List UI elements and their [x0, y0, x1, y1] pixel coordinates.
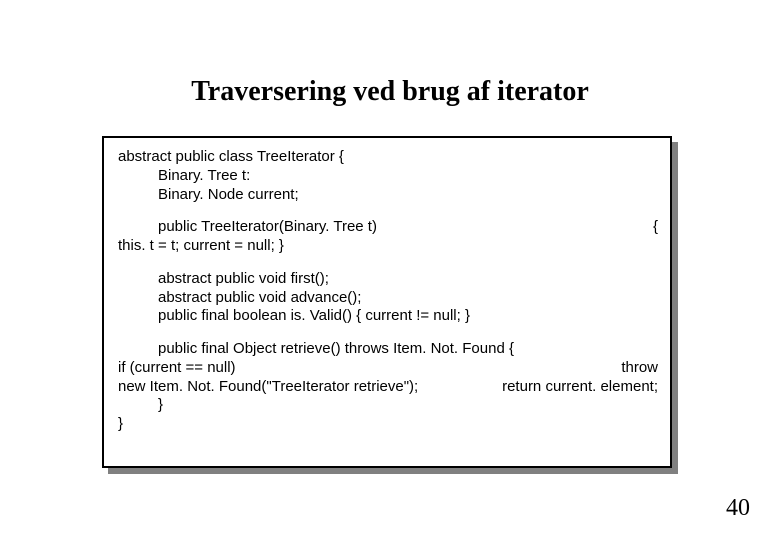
code-line: this. t = t; current = null; } — [118, 237, 658, 256]
code-block-2: public TreeIterator(Binary. Tree t) { th… — [118, 218, 658, 256]
code-text: new Item. Not. Found("TreeIterator retri… — [118, 378, 418, 397]
code-line: Binary. Tree t: — [118, 167, 658, 186]
code-text: if (current == null) — [118, 359, 236, 378]
slide-title: Traversering ved brug af iterator — [0, 76, 780, 108]
code-box: abstract public class TreeIterator { Bin… — [102, 136, 672, 468]
code-line: } — [118, 396, 658, 415]
code-block-3: abstract public void first(); abstract p… — [118, 270, 658, 326]
code-text: throw — [621, 359, 658, 378]
code-line: if (current == null) throw — [118, 359, 658, 378]
code-line: new Item. Not. Found("TreeIterator retri… — [118, 378, 658, 397]
code-block-4: public final Object retrieve() throws It… — [118, 340, 658, 434]
page-number: 40 — [726, 495, 750, 522]
code-line: abstract public void advance(); — [118, 289, 658, 308]
code-line: } — [118, 415, 658, 434]
code-text: { — [653, 218, 658, 237]
code-text: return current. element; — [502, 378, 658, 397]
code-line: public TreeIterator(Binary. Tree t) { — [118, 218, 658, 237]
code-line: abstract public void first(); — [118, 270, 658, 289]
code-block-1: abstract public class TreeIterator { Bin… — [118, 148, 658, 204]
code-line: public final Object retrieve() throws It… — [118, 340, 658, 359]
code-text: public TreeIterator(Binary. Tree t) — [118, 218, 377, 237]
slide: Traversering ved brug af iterator abstra… — [0, 0, 780, 540]
code-line: Binary. Node current; — [118, 186, 658, 205]
code-line: abstract public class TreeIterator { — [118, 148, 658, 167]
code-line: public final boolean is. Valid() { curre… — [118, 307, 658, 326]
